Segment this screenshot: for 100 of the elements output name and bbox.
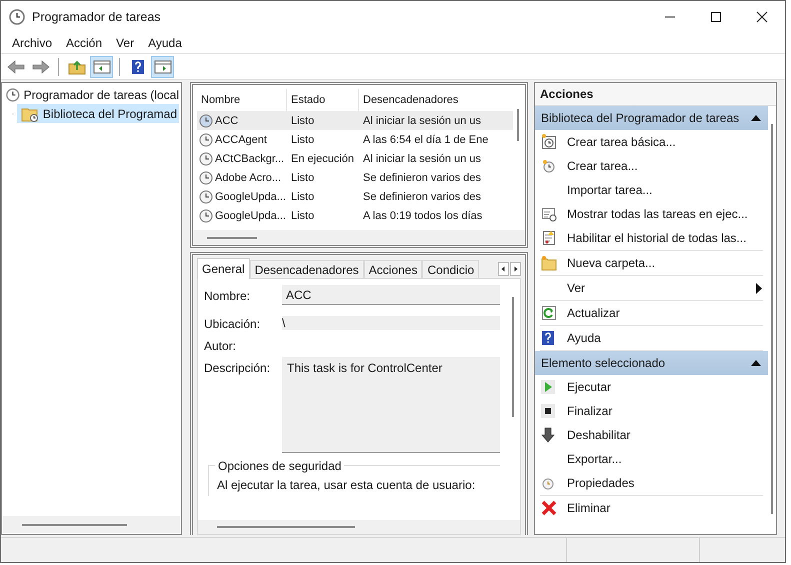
action-item[interactable]: Habilitar el historial de todas las... <box>540 226 763 250</box>
location-field: \ <box>282 316 500 330</box>
list-clock-icon <box>541 206 557 222</box>
description-field[interactable]: This task is for ControlCenter <box>282 357 500 453</box>
task-status: Listo <box>290 114 316 126</box>
task-name: GoogleUpda... <box>215 190 286 202</box>
task-row[interactable]: GoogleUpda... Listo Se definieron varios des <box>197 187 513 206</box>
field-label: Ubicación: <box>204 316 262 331</box>
task-triggers: Se definieron varios des <box>362 172 482 184</box>
clock-icon <box>199 208 213 222</box>
task-triggers: A las 6:54 el día 1 de Ene <box>362 134 490 146</box>
action-item[interactable]: Actualizar <box>540 301 763 325</box>
clock-icon <box>6 86 20 102</box>
menu-item[interactable]: Archivo <box>5 36 60 50</box>
panel-title: Acciones <box>535 83 776 106</box>
task-triggers: A las 0:19 todos los días <box>362 210 484 222</box>
action-item[interactable]: Mostrar todas las tareas en ejec... <box>540 202 763 226</box>
calendar-clock-icon <box>541 134 557 150</box>
action-item[interactable]: Propiedades <box>540 471 763 495</box>
action-item[interactable]: Eliminar <box>540 496 763 520</box>
field-label: Autor: <box>204 338 238 353</box>
action-item[interactable]: Finalizar <box>540 399 763 423</box>
task-status: Listo <box>290 172 316 184</box>
clock-icon <box>199 114 213 128</box>
group-title: Opciones de seguridad <box>215 459 344 473</box>
play-icon <box>541 379 555 395</box>
clock-icon <box>199 190 213 204</box>
stop-icon <box>541 403 555 419</box>
section-title: Biblioteca del Programador de tareas <box>541 111 740 125</box>
menu-item[interactable]: Acción <box>59 36 110 50</box>
action-item[interactable]: Exportar... <box>540 447 763 471</box>
help-icon <box>541 330 555 346</box>
action-item[interactable]: Deshabilitar <box>540 423 763 447</box>
name-field[interactable]: ACC <box>282 285 500 305</box>
tab[interactable]: Condicio <box>422 260 480 278</box>
scrollbar-thumb[interactable] <box>517 109 519 141</box>
tree-button[interactable] <box>90 56 113 78</box>
task-triggers: Se definieron varios des <box>362 190 482 202</box>
tree-item[interactable]: Biblioteca del Programad <box>16 104 179 123</box>
window-title: Programador de tareas <box>32 10 161 24</box>
scroll-right-icon[interactable] <box>510 262 521 276</box>
action-item[interactable]: Ejecutar <box>540 375 763 399</box>
section-header[interactable]: Biblioteca del Programador de tareas <box>535 106 768 130</box>
actions-button[interactable] <box>151 56 174 78</box>
tab[interactable]: General <box>197 258 250 279</box>
section-title: Elemento seleccionado <box>541 356 666 370</box>
task-name: ACCAgent <box>215 134 267 146</box>
folder-icon <box>541 255 557 271</box>
pane-icon <box>92 58 110 74</box>
tree-item[interactable]: Programador de tareas (local <box>2 85 181 104</box>
section-header[interactable]: Elemento seleccionado <box>535 351 768 375</box>
action-item[interactable]: Crear tarea básica... <box>540 130 763 154</box>
refresh-icon <box>541 305 557 321</box>
task-row[interactable]: ACC Listo Al iniciar la sesión un us <box>197 111 513 130</box>
scrollbar-thumb[interactable] <box>217 526 355 528</box>
tab[interactable]: Desencadenadores <box>250 260 364 278</box>
task-row[interactable]: Adobe Acro... Listo Se definieron varios des <box>197 168 513 187</box>
task-status: Listo <box>290 190 316 202</box>
menu-item[interactable]: Ayuda <box>141 36 189 50</box>
scrollbar-thumb[interactable] <box>207 236 257 238</box>
action-item[interactable]: Ver <box>540 276 763 300</box>
delete-icon <box>541 500 557 516</box>
action-item[interactable]: Crear tarea... <box>540 154 763 178</box>
task-row[interactable]: GoogleUpda... Listo A las 0:19 todos los días <box>197 206 513 225</box>
down-arrow-icon <box>541 427 555 443</box>
submenu-arrow-icon <box>756 282 762 294</box>
pane-icon <box>154 58 172 74</box>
folder-clock-icon <box>20 106 39 122</box>
folder-up-icon <box>68 58 86 74</box>
task-triggers: Al iniciar la sesión un us <box>362 114 482 126</box>
task-status: En ejecución <box>290 152 355 164</box>
field-label: Nombre: <box>204 288 252 303</box>
clock-icon <box>199 170 213 184</box>
collapse-icon[interactable] <box>751 115 761 121</box>
scrollbar-thumb[interactable] <box>22 524 127 526</box>
tab[interactable]: Acciones <box>364 260 422 278</box>
maximize-icon[interactable] <box>710 10 722 22</box>
action-item[interactable]: Importar tarea... <box>540 178 763 202</box>
task-row[interactable]: ACCAgent Listo A las 6:54 el día 1 de Ene <box>197 130 513 149</box>
clock-icon <box>9 8 25 24</box>
back-arrow-icon <box>6 58 24 74</box>
close-icon[interactable] <box>756 10 768 22</box>
task-status: Listo <box>290 134 316 146</box>
task-name: ACtCBackgr... <box>215 152 284 164</box>
scrollbar-thumb[interactable] <box>771 124 773 514</box>
collapse-icon[interactable] <box>751 360 761 366</box>
clock-icon <box>541 476 555 490</box>
task-row[interactable]: ACtCBackgr... En ejecución Al iniciar la sesión un us <box>197 149 513 168</box>
column-header[interactable]: Desencadenadores <box>359 89 513 111</box>
menu-item[interactable]: Ver <box>109 36 142 50</box>
task-triggers: Al iniciar la sesión un us <box>362 152 482 164</box>
forward-arrow-icon <box>32 58 50 74</box>
task-name: GoogleUpda... <box>215 210 286 222</box>
field-label: Descripción: <box>204 360 272 375</box>
notebook-icon <box>541 230 557 246</box>
scrollbar-thumb[interactable] <box>512 297 514 417</box>
action-item[interactable]: Ayuda <box>540 326 763 350</box>
scroll-left-icon[interactable] <box>498 262 509 276</box>
task-name: ACC <box>215 114 238 126</box>
action-item[interactable]: Nueva carpeta... <box>540 251 763 275</box>
